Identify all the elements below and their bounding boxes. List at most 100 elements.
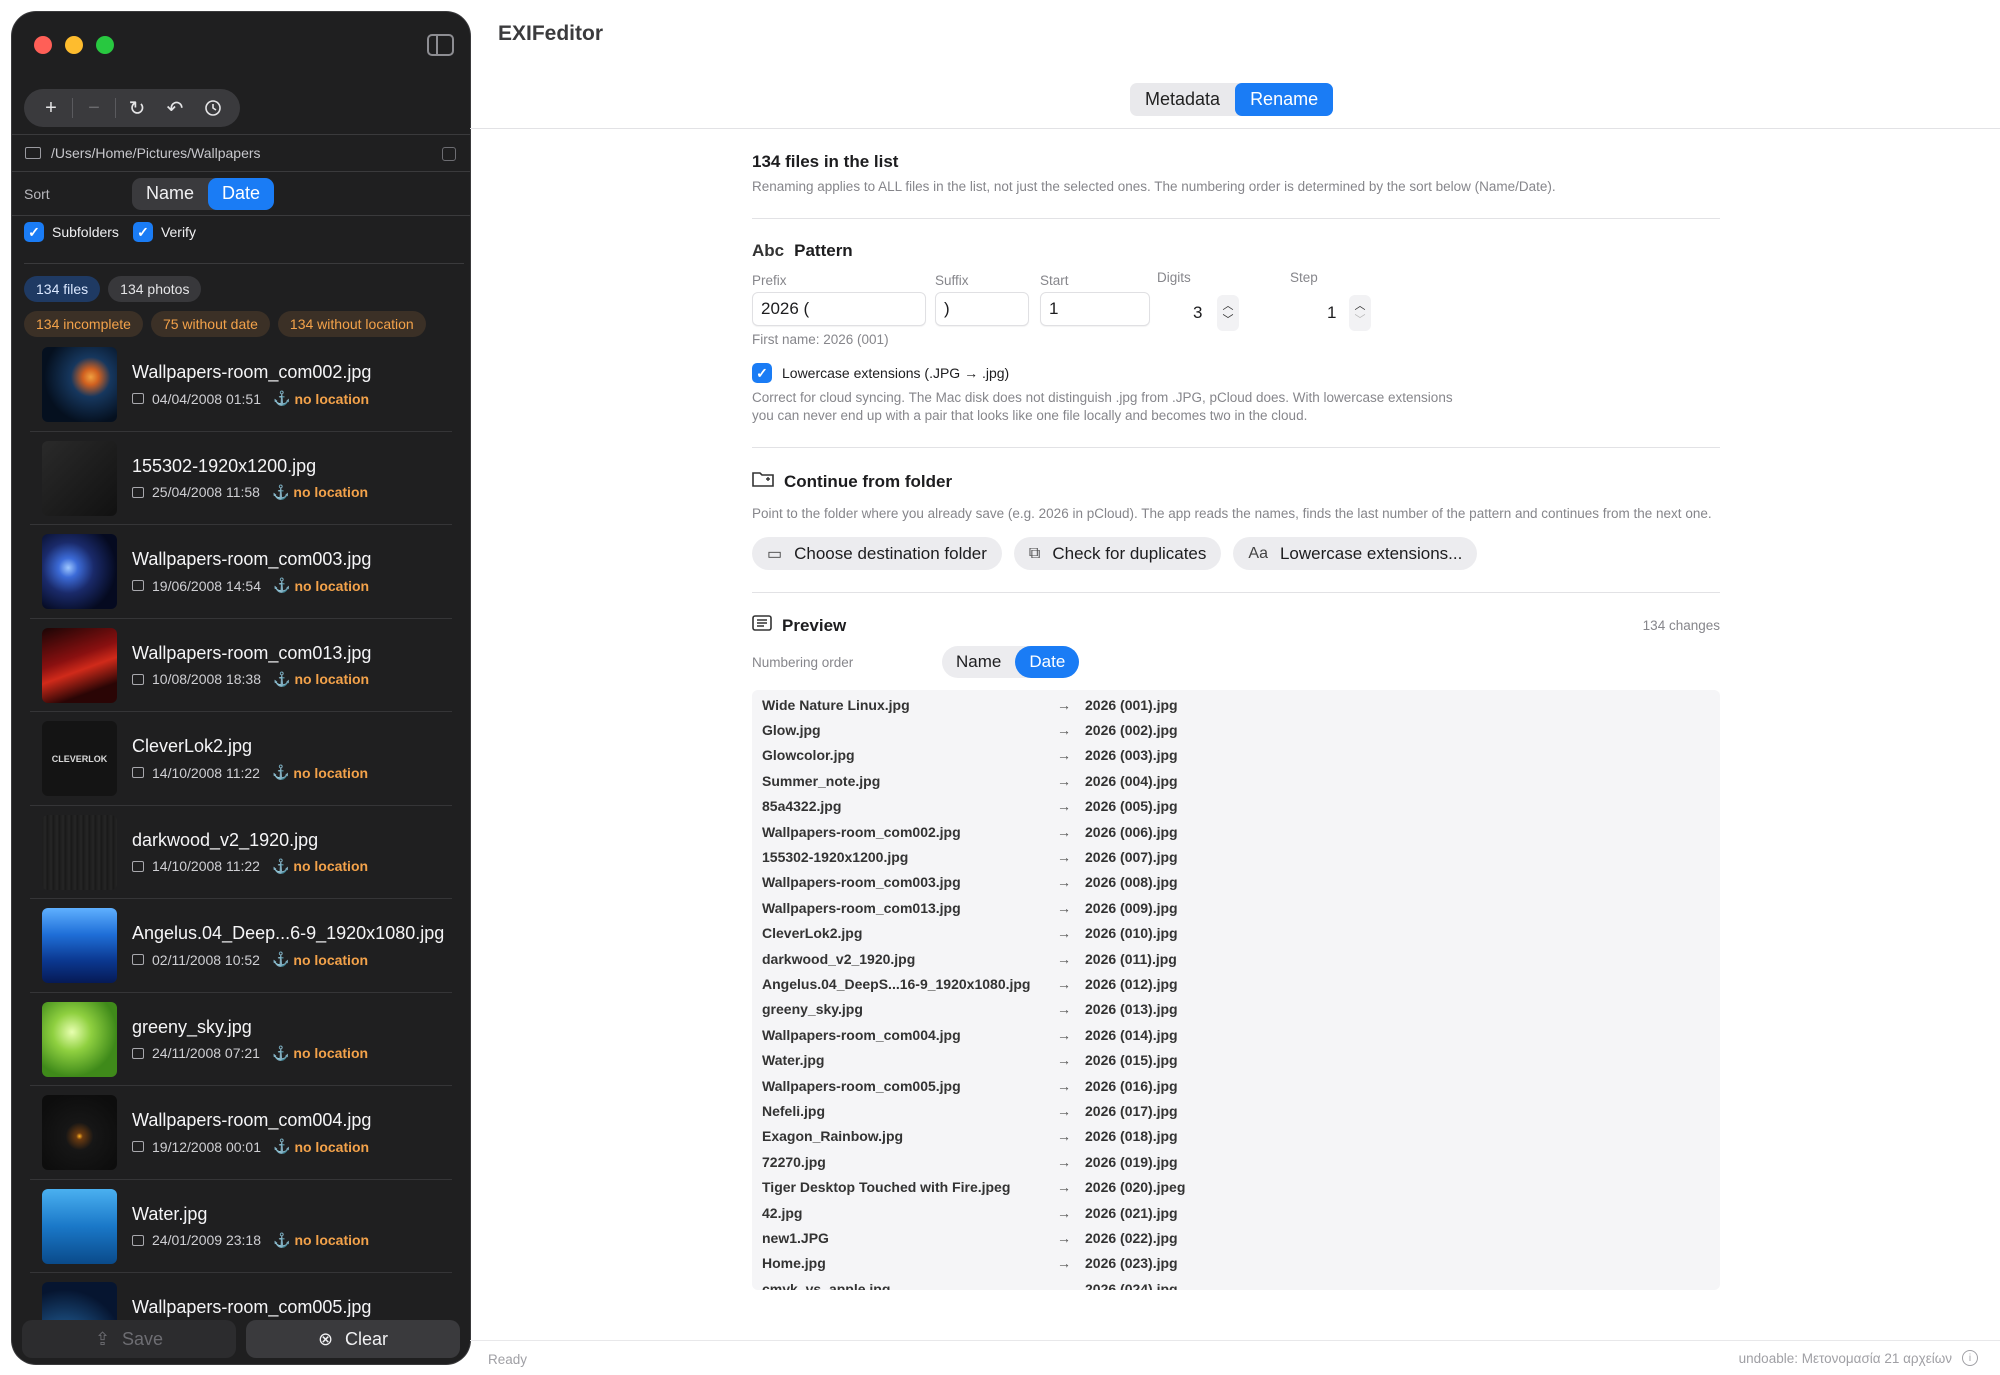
list-item[interactable]: Wallpapers-room_com005.jpg	[30, 1273, 452, 1322]
old-filename: 72270.jpg	[762, 1153, 826, 1170]
zoom-window-button[interactable]	[96, 36, 114, 54]
minimize-window-button[interactable]	[65, 36, 83, 54]
lowercase-checkbox[interactable]: ✓ Lowercase extensions (.JPG → .jpg)	[752, 363, 1720, 383]
old-filename: 85a4322.jpg	[762, 798, 842, 815]
arrow-right-icon: →	[1057, 925, 1071, 942]
app-window: + − ↻ ↶ /Users/Home/Pictures/Wallpapers …	[0, 0, 2000, 1375]
list-item[interactable]: Wallpapers-room_com002.jpg 04/04/2008 01…	[30, 338, 452, 432]
thumbnail	[42, 1188, 117, 1264]
new-filename: 2026 (007).jpg	[1085, 849, 1178, 866]
save-label: Save	[122, 1328, 164, 1349]
old-filename: Glow.jpg	[762, 722, 821, 739]
old-filename: 42.jpg	[762, 1204, 803, 1221]
numbering-order-row: Numbering order Name Date	[752, 646, 1720, 678]
subfolders-checkbox[interactable]: ✓ Subfolders	[24, 222, 119, 242]
start-input[interactable]: 1	[1040, 292, 1150, 326]
table-row: 85a4322.jpg → 2026 (005).jpg	[752, 794, 1720, 819]
remove-icon[interactable]: −	[77, 93, 111, 123]
verify-checkbox[interactable]: ✓ Verify	[132, 222, 196, 242]
lowercase-extensions-button[interactable]: Aa Lowercase extensions...	[1233, 537, 1478, 570]
thumbnail	[42, 440, 117, 516]
table-row: Wallpapers-room_com004.jpg → 2026 (014).jp…	[752, 1022, 1720, 1047]
file-meta: 10/08/2008 18:38 ⚓ no location	[132, 671, 369, 688]
history-icon[interactable]	[196, 93, 230, 123]
incomplete-badge[interactable]: 134 incomplete	[24, 311, 143, 337]
table-row: Tiger Desktop Touched with Fire.jpeg → 202…	[752, 1174, 1720, 1199]
chevron-down-icon[interactable]: ﹀	[1223, 313, 1234, 327]
list-item[interactable]: Water.jpg 24/01/2009 23:18 ⚓ no location	[30, 1180, 452, 1273]
file-date: 04/04/2008 01:51	[152, 390, 261, 407]
list-item[interactable]: CLEVERLOK CleverLok2.jpg 14/10/2008 11:2…	[30, 712, 452, 806]
old-filename: Tiger Desktop Touched with Fire.jpeg	[762, 1179, 1011, 1196]
sidebar-toggle-icon[interactable]	[427, 34, 454, 56]
table-row: 42.jpg → 2026 (021).jpg	[752, 1200, 1720, 1225]
prefix-input[interactable]: 2026 (	[752, 292, 926, 326]
location-status: no location	[293, 484, 369, 500]
chevron-up-icon[interactable]: ︿	[1223, 299, 1234, 313]
suffix-input[interactable]: )	[935, 292, 1029, 326]
choose-destination-folder-button[interactable]: ▭ Choose destination folder	[752, 537, 1002, 570]
undo-icon[interactable]: ↶	[158, 93, 192, 123]
new-filename: 2026 (015).jpg	[1085, 1052, 1178, 1069]
thumbnail	[42, 1095, 117, 1170]
check-duplicates-button[interactable]: ⧉ Check for duplicates	[1013, 537, 1222, 570]
tab-rename[interactable]: Rename	[1235, 83, 1334, 116]
info-icon[interactable]: i	[1962, 1350, 1978, 1366]
without-date-badge[interactable]: 75 without date	[150, 311, 270, 337]
chevron-down-icon[interactable]: ﹀	[1355, 313, 1366, 327]
new-filename: 2026 (006).jpg	[1085, 823, 1178, 840]
calendar-icon	[132, 673, 144, 685]
list-item[interactable]: Wallpapers-room_com004.jpg 19/12/2008 00…	[30, 1086, 452, 1180]
lowercase-note: Correct for cloud syncing. The Mac disk …	[752, 390, 1453, 423]
photos-count-badge[interactable]: 134 photos	[108, 276, 202, 302]
file-date: 19/12/2008 00:01	[152, 1138, 261, 1155]
sort-date-button[interactable]: Date	[208, 177, 275, 210]
thumbnail	[42, 534, 117, 609]
calendar-icon	[132, 580, 144, 591]
list-item[interactable]: greeny_sky.jpg 24/11/2008 07:21 ⚓ no locat…	[30, 993, 452, 1086]
file-meta: 24/11/2008 07:21 ⚓ no location	[132, 1045, 368, 1062]
tab-metadata[interactable]: Metadata	[1130, 83, 1235, 116]
table-row: new1.JPG → 2026 (022).jpg	[752, 1225, 1720, 1250]
chevron-up-icon[interactable]: ︿	[1355, 299, 1366, 313]
toolbar-divider	[72, 98, 73, 118]
list-item[interactable]: Wallpapers-room_com003.jpg 19/06/2008 14…	[30, 525, 452, 619]
list-item[interactable]: darkwood_v2_1920.jpg 14/10/2008 11:22 ⚓ no…	[30, 806, 452, 899]
list-item[interactable]: 155302-1920x1200.jpg 25/04/2008 11:58 ⚓ no…	[30, 432, 452, 525]
list-item[interactable]: Angelus.04_Deep...6-9_1920x1080.jpg 02/1…	[30, 899, 452, 993]
changes-count: 134 changes	[1642, 617, 1720, 633]
digits-stepper[interactable]: ︿ ﹀	[1217, 295, 1239, 331]
add-icon[interactable]: +	[34, 93, 68, 123]
clear-icon: ⊗	[317, 1328, 334, 1349]
table-row: Glowcolor.jpg → 2026 (003).jpg	[752, 743, 1720, 768]
new-filename: 2026 (024).jpg	[1085, 1280, 1178, 1290]
numbering-name-button[interactable]: Name	[942, 646, 1015, 678]
continue-header: Continue from folder	[752, 470, 1720, 493]
continue-actions: ▭ Choose destination folder ⧉ Check for du…	[752, 537, 1720, 570]
old-filename: cmyk_vs_apple.jpg	[762, 1280, 891, 1290]
sort-name-button[interactable]: Name	[132, 178, 208, 210]
save-button[interactable]: ⇪ Save	[22, 1320, 236, 1358]
thumbnail	[42, 347, 117, 422]
location-icon: ⚓	[273, 390, 291, 406]
digits-field: Digits	[1157, 270, 1247, 289]
without-location-badge[interactable]: 134 without location	[277, 311, 426, 337]
files-count-badge[interactable]: 134 files	[24, 276, 101, 302]
refresh-icon[interactable]: ↻	[120, 93, 154, 123]
clear-button[interactable]: ⊗ Clear	[246, 1320, 460, 1358]
reveal-in-finder-icon[interactable]	[442, 147, 456, 161]
list-item[interactable]: Wallpapers-room_com013.jpg 10/08/2008 18…	[30, 619, 452, 712]
file-name: CleverLok2.jpg	[132, 736, 253, 756]
numbering-date-button[interactable]: Date	[1015, 646, 1080, 678]
lowercase-extensions-label: Lowercase extensions...	[1279, 543, 1463, 563]
step-stepper[interactable]: ︿ ﹀	[1349, 295, 1371, 331]
calendar-icon	[132, 486, 144, 498]
old-filename: new1.JPG	[762, 1229, 829, 1246]
new-filename: 2026 (003).jpg	[1085, 747, 1178, 764]
choose-folder-label: Choose destination folder	[794, 543, 987, 563]
new-filename: 2026 (004).jpg	[1085, 772, 1178, 789]
arrow-right-icon: →	[1057, 849, 1071, 866]
close-window-button[interactable]	[34, 36, 52, 54]
calendar-icon	[132, 767, 144, 778]
folder-path-row[interactable]: /Users/Home/Pictures/Wallpapers	[12, 134, 470, 172]
